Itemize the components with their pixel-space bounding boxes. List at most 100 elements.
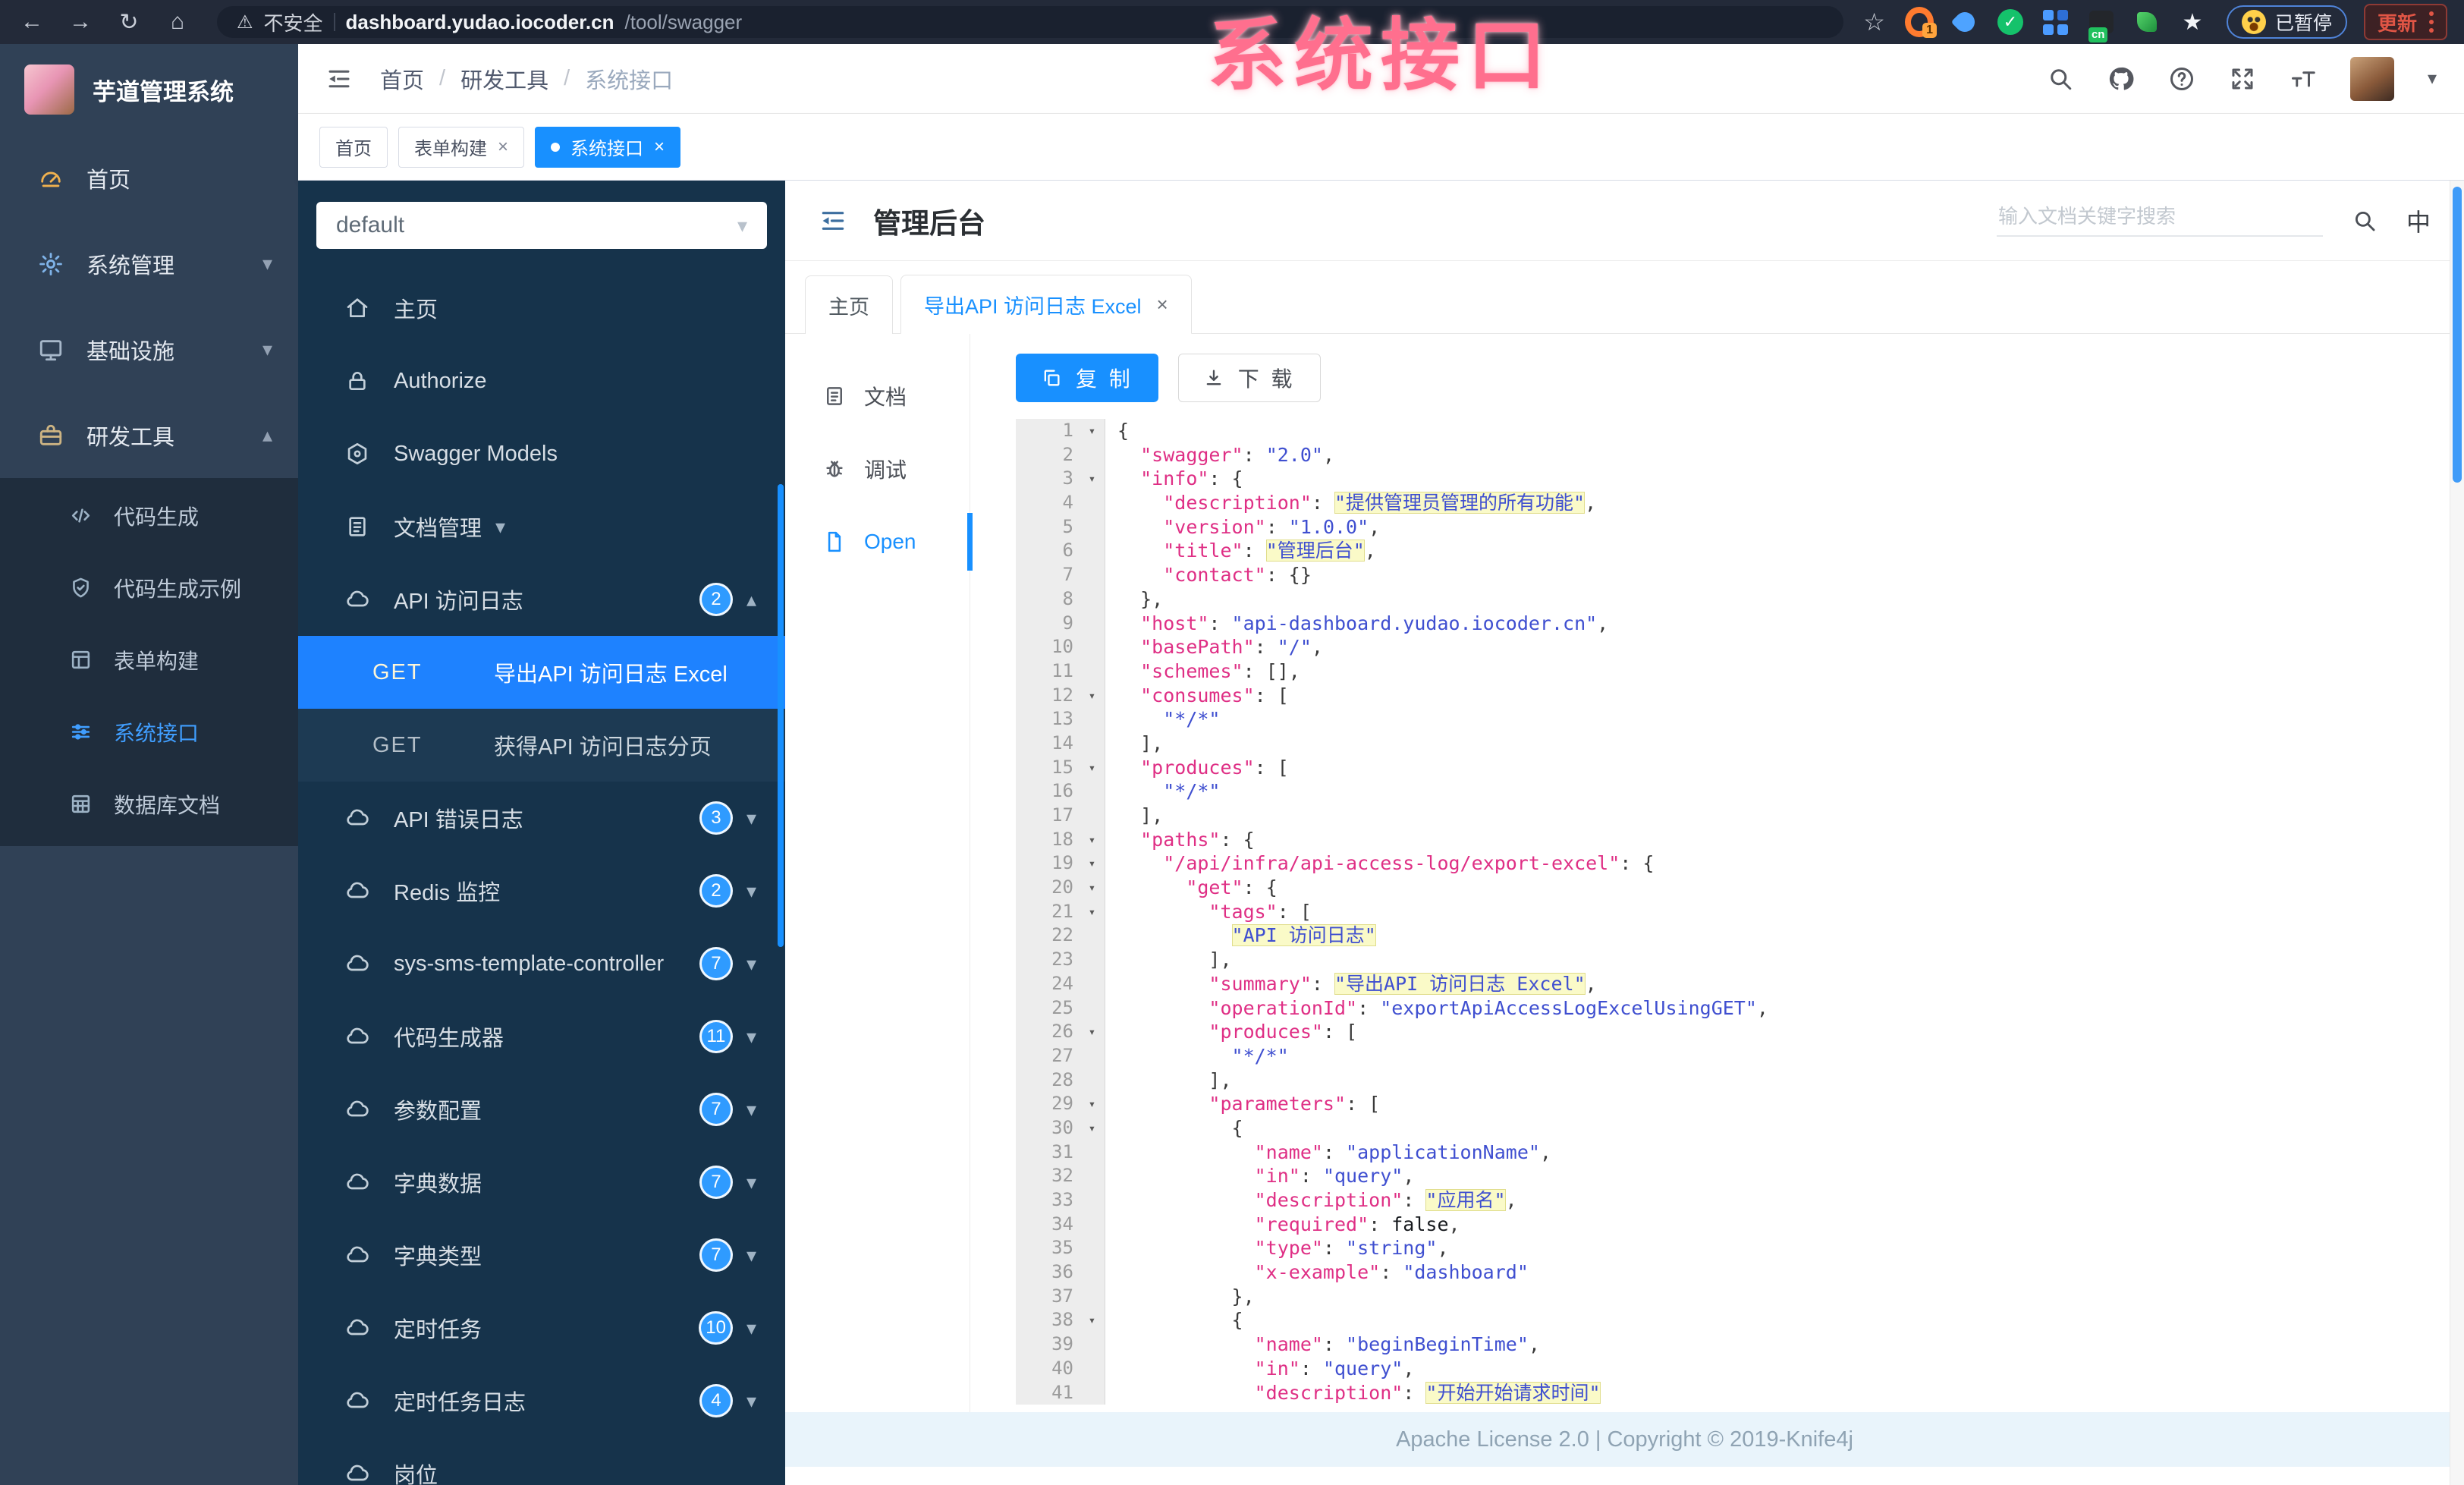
- fold-icon[interactable]: ▾: [1080, 1115, 1105, 1140]
- caret-down-icon[interactable]: ▾: [2428, 68, 2437, 90]
- extension-icon[interactable]: [2041, 8, 2070, 36]
- paused-pill[interactable]: 已暂停: [2226, 5, 2347, 39]
- api-menu-item[interactable]: Redis 监控 2 ▾: [298, 854, 785, 927]
- extension-icon[interactable]: [2132, 8, 2161, 36]
- extension-icon[interactable]: ✓: [1996, 8, 2025, 36]
- doc-search-input[interactable]: [1996, 204, 2323, 229]
- api-menu-item[interactable]: 定时任务日志 4 ▾: [298, 1364, 785, 1437]
- code-line: 28 ],: [1016, 1068, 2464, 1093]
- api-menu-item[interactable]: 岗位: [298, 1437, 785, 1485]
- doc-search-icon[interactable]: [2352, 208, 2378, 234]
- extension-icon[interactable]: cn: [2087, 8, 2116, 42]
- update-button[interactable]: 更新: [2363, 4, 2447, 40]
- api-menu-item[interactable]: 定时任务 10 ▾: [298, 1292, 785, 1364]
- sidebar-item[interactable]: 首页: [0, 135, 298, 221]
- copy-button[interactable]: 复 制: [1016, 354, 1158, 402]
- bookmark-star-icon[interactable]: ☆: [1863, 8, 1885, 36]
- doc-nav-文档[interactable]: 文档: [785, 360, 970, 433]
- sidebar-item[interactable]: 系统管理 ▾: [0, 221, 298, 307]
- avatar[interactable]: [2349, 56, 2394, 101]
- api-menu-item[interactable]: 字典类型 7 ▾: [298, 1219, 785, 1292]
- api-menu-label: 定时任务日志: [394, 1391, 526, 1415]
- doc-nav-调试[interactable]: 调试: [785, 433, 970, 505]
- fullscreen-icon[interactable]: [2229, 65, 2256, 93]
- extension-icon[interactable]: [1950, 8, 1979, 36]
- breadcrumb-item[interactable]: 研发工具: [460, 63, 548, 95]
- api-group-select[interactable]: default ▾: [316, 202, 767, 249]
- api-menu-item[interactable]: 参数配置 7 ▾: [298, 1073, 785, 1146]
- code-panel: 复 制 下 载 1 ▾ { 2 "swagger": "2.0", 3 ▾ "i…: [970, 334, 2464, 1412]
- search-icon[interactable]: [2047, 65, 2074, 93]
- download-button[interactable]: 下 载: [1177, 354, 1321, 402]
- code-editor[interactable]: 1 ▾ { 2 "swagger": "2.0", 3 ▾ "info": { …: [1016, 419, 2464, 1412]
- extension-icon[interactable]: ★: [2178, 8, 2207, 36]
- sidebar-scrollbar-thumb[interactable]: [778, 484, 784, 947]
- sidebar-subitem[interactable]: 代码生成示例: [0, 552, 298, 624]
- back-icon[interactable]: ←: [17, 9, 47, 35]
- api-menu-item[interactable]: API 访问日志 2 ▴: [298, 563, 785, 636]
- sidebar-subitem[interactable]: 系统接口: [0, 696, 298, 768]
- api-menu-item[interactable]: Swagger Models: [298, 417, 785, 490]
- home-icon: [341, 296, 374, 320]
- count-badge: 2: [699, 583, 733, 616]
- fold-icon[interactable]: ▾: [1080, 876, 1105, 900]
- page-scrollbar-thumb[interactable]: [2453, 187, 2462, 483]
- api-menu-label: Redis 监控: [394, 881, 501, 905]
- fold-icon[interactable]: ▾: [1080, 419, 1105, 443]
- collapse-sidebar-icon[interactable]: [819, 206, 847, 235]
- doc-tab[interactable]: 主页: [805, 275, 893, 334]
- close-icon[interactable]: ×: [654, 137, 665, 158]
- breadcrumb-item[interactable]: 首页: [380, 63, 424, 95]
- api-endpoint[interactable]: GET 获得API 访问日志分页: [298, 709, 785, 782]
- breadcrumb-item[interactable]: 系统接口: [585, 63, 673, 95]
- reload-icon[interactable]: ↻: [114, 9, 144, 36]
- api-menu-label: Authorize: [394, 368, 487, 393]
- fold-icon[interactable]: ▾: [1080, 1308, 1105, 1333]
- api-menu-item[interactable]: 主页: [298, 272, 785, 345]
- menu-fold-icon[interactable]: [325, 65, 353, 93]
- doc-search-field[interactable]: [1996, 204, 2323, 237]
- logo[interactable]: 芋道管理系统: [0, 44, 298, 135]
- sidebar-subitem[interactable]: 数据库文档: [0, 768, 298, 840]
- chevron-down-icon: ▾: [262, 338, 272, 360]
- url-bar[interactable]: ⚠ 不安全 dashboard.yudao.iocoder.cn /tool/s…: [217, 6, 1844, 38]
- tag-item[interactable]: 表单构建 ×: [398, 126, 525, 168]
- sidebar-subitem[interactable]: 表单构建: [0, 624, 298, 696]
- api-menu-item[interactable]: 文档管理 ▾: [298, 490, 785, 563]
- page-scrollbar[interactable]: [2450, 181, 2464, 1485]
- github-icon[interactable]: [2107, 65, 2135, 93]
- api-menu-item[interactable]: API 错误日志 3 ▾: [298, 782, 785, 854]
- api-endpoint-active[interactable]: GET 导出API 访问日志 Excel: [298, 636, 785, 709]
- font-size-icon[interactable]: [2290, 65, 2317, 93]
- tag-active[interactable]: 系统接口 ×: [535, 126, 681, 168]
- code-line: 40 "in": "query",: [1016, 1356, 2464, 1381]
- tag-item[interactable]: 首页: [319, 126, 388, 168]
- chevron-down-icon: ▾: [746, 879, 756, 902]
- close-icon[interactable]: ×: [1157, 293, 1168, 316]
- fold-icon[interactable]: ▾: [1080, 755, 1105, 780]
- forward-icon[interactable]: →: [65, 9, 96, 35]
- close-icon[interactable]: ×: [498, 137, 508, 158]
- fold-icon[interactable]: ▾: [1080, 1092, 1105, 1116]
- sidebar-item[interactable]: 研发工具 ▴: [0, 392, 298, 478]
- doc-nav-open[interactable]: Open: [785, 505, 973, 578]
- sidebar-item[interactable]: 基础设施 ▾: [0, 307, 298, 392]
- fold-icon[interactable]: ▾: [1080, 827, 1105, 852]
- fold-icon[interactable]: ▾: [1080, 851, 1105, 876]
- api-menu-item[interactable]: sys-sms-template-controller 7 ▾: [298, 927, 785, 1000]
- browser-home-icon[interactable]: ⌂: [162, 9, 193, 35]
- api-menu-item[interactable]: 字典数据 7 ▾: [298, 1146, 785, 1219]
- menu-dots-icon[interactable]: [2429, 11, 2434, 33]
- language-toggle-icon[interactable]: 中: [2406, 203, 2431, 238]
- help-icon[interactable]: [2168, 65, 2195, 93]
- doc-tab-active[interactable]: 导出API 访问日志 Excel ×: [900, 275, 1192, 334]
- line-number: 39: [1016, 1332, 1080, 1357]
- extension-icon[interactable]: 1: [1904, 7, 1937, 38]
- api-menu-item[interactable]: 代码生成器 11 ▾: [298, 1000, 785, 1073]
- api-menu-item[interactable]: Authorize: [298, 345, 785, 417]
- fold-icon[interactable]: ▾: [1080, 683, 1105, 708]
- fold-icon[interactable]: ▾: [1080, 467, 1105, 492]
- fold-icon[interactable]: ▾: [1080, 1020, 1105, 1044]
- sidebar-subitem[interactable]: 代码生成: [0, 480, 298, 552]
- fold-icon[interactable]: ▾: [1080, 899, 1105, 924]
